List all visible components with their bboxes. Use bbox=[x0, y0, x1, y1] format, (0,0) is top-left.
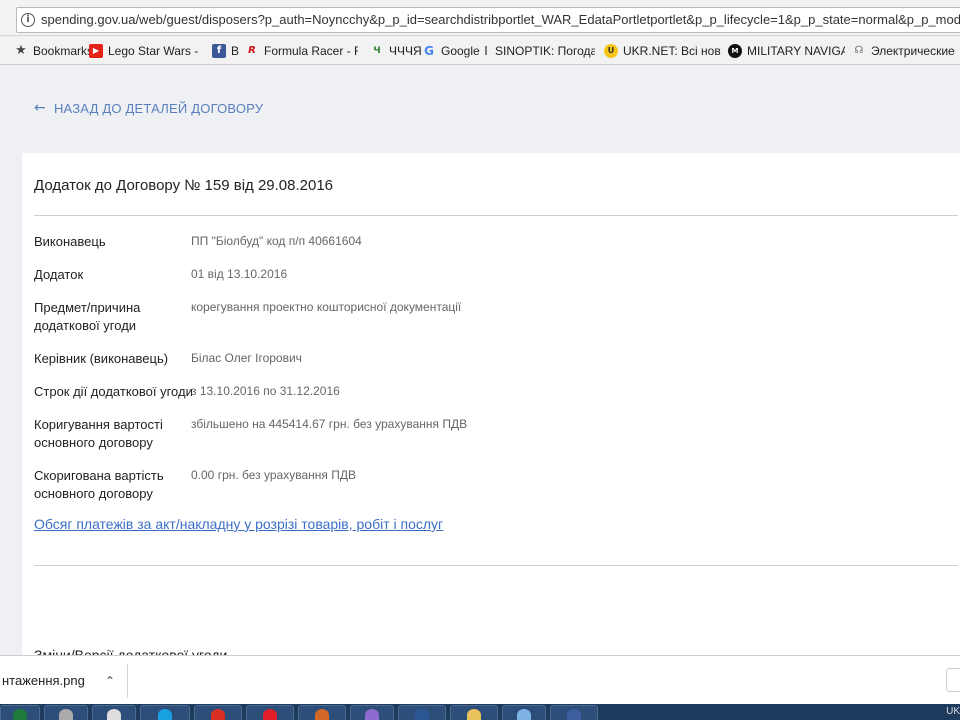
payments-link[interactable]: Обсяг платежів за акт/накладну у розрізі… bbox=[34, 516, 443, 532]
download-filename: нтаження.png bbox=[2, 673, 85, 688]
opera-icon bbox=[263, 709, 277, 720]
bookmark-item-google[interactable]: G Google bbox=[422, 43, 480, 59]
taskbar-app-opera[interactable] bbox=[246, 705, 294, 720]
back-link-label: НАЗАД ДО ДЕТАЛЕЙ ДОГОВОРУ bbox=[53, 100, 264, 116]
url-input[interactable]: i spending.gov.ua/web/guest/disposers?p_… bbox=[16, 7, 960, 33]
taskbar-app-word[interactable] bbox=[398, 705, 446, 720]
page-title: Додаток до Договору № 159 від 29.08.2016 bbox=[34, 177, 334, 194]
google-icon: G bbox=[424, 44, 434, 58]
bookmark-item-formula[interactable]: R Formula Racer - Free bbox=[245, 43, 358, 59]
page-content: ← НАЗАД ДО ДЕТАЛЕЙ ДОГОВОРУ Додаток до Д… bbox=[0, 66, 960, 655]
download-item[interactable]: нтаження.png ⌃ bbox=[0, 664, 128, 698]
row-label: Строк дії додаткової угоди bbox=[34, 384, 193, 399]
arrow-left-icon: ← bbox=[34, 100, 46, 116]
powerpoint-icon bbox=[315, 709, 329, 720]
row-label: Предмет/причина додаткової угоди bbox=[34, 300, 141, 333]
divider bbox=[34, 215, 958, 216]
window-icon bbox=[517, 709, 531, 720]
bookmark-item-lego[interactable]: ▶ Lego Star Wars - Batt bbox=[89, 43, 202, 59]
row-value: збільшено на 445414.67 грн. без урахуван… bbox=[191, 417, 468, 431]
taskbar-app-skype[interactable] bbox=[140, 705, 190, 720]
taskbar-app-tool[interactable] bbox=[92, 705, 136, 720]
folder-icon bbox=[467, 709, 481, 720]
system-tray: UK bbox=[946, 706, 960, 717]
youtube-icon: ▶ bbox=[89, 44, 103, 58]
taskbar-app-powerpoint[interactable] bbox=[298, 705, 346, 720]
electric-icon: ☊ bbox=[854, 45, 864, 56]
bookmark-item-ukrnet[interactable]: U UKR.NET: Всі новини bbox=[604, 43, 721, 59]
url-text: spending.gov.ua/web/guest/disposers?p_au… bbox=[41, 12, 960, 27]
bookmark-item-sinoptik[interactable]: ǀ SINOPTIK: Погода на bbox=[482, 43, 595, 59]
row-label: Коригування вартості основного договору bbox=[34, 417, 163, 450]
row-label: Додаток bbox=[34, 267, 84, 282]
taskbar-app-folder[interactable] bbox=[450, 705, 498, 720]
bookmark-item-military[interactable]: M MILITARY NAVIGATO bbox=[728, 43, 845, 59]
bookmark-item-bookmarks[interactable]: ★ Bookmarks bbox=[14, 43, 93, 59]
gear-icon bbox=[59, 709, 73, 720]
taskbar-app-window[interactable] bbox=[502, 705, 546, 720]
tool-icon bbox=[107, 709, 121, 720]
word-icon bbox=[415, 709, 429, 720]
bookmark-item-facebook[interactable]: f B bbox=[212, 43, 239, 59]
address-bar: i spending.gov.ua/web/guest/disposers?p_… bbox=[0, 0, 960, 36]
taskbar: UK bbox=[0, 704, 960, 720]
show-all-downloads-button[interactable] bbox=[946, 668, 960, 692]
chevron-up-icon[interactable]: ⌃ bbox=[105, 664, 115, 698]
star-icon: ★ bbox=[15, 43, 27, 58]
taskbar-app-paint[interactable] bbox=[350, 705, 394, 720]
facebook-icon: f bbox=[212, 44, 226, 58]
racer-icon: R bbox=[248, 45, 256, 56]
row-label: Скоригована вартість основного договору bbox=[34, 468, 164, 501]
row-label: Виконавець bbox=[34, 234, 106, 249]
language-indicator[interactable]: UK bbox=[946, 706, 960, 717]
bookmark-item-chchchya[interactable]: Ч ЧЧЧЯ bbox=[370, 43, 421, 59]
section-heading: Зміни/Версії додаткової угоди bbox=[34, 647, 228, 655]
chchchya-icon: Ч bbox=[373, 46, 381, 56]
bookmarks-bar: ★ Bookmarks ▶ Lego Star Wars - Batt f B … bbox=[0, 37, 960, 65]
back-link[interactable]: ← НАЗАД ДО ДЕТАЛЕЙ ДОГОВОРУ bbox=[34, 100, 263, 116]
ukrnet-icon: U bbox=[604, 44, 618, 58]
row-value: Білас Олег Ігорович bbox=[191, 351, 302, 365]
paint-icon bbox=[365, 709, 379, 720]
row-value: корегування проектно кошторисної докумен… bbox=[191, 300, 462, 314]
taskbar-app-settings[interactable] bbox=[44, 705, 88, 720]
row-value: 0.00 грн. без урахування ПДВ bbox=[191, 468, 356, 482]
divider bbox=[34, 565, 958, 566]
download-bar: нтаження.png ⌃ bbox=[0, 655, 960, 704]
row-label: Керівник (виконавець) bbox=[34, 351, 169, 366]
details-card: Додаток до Договору № 159 від 29.08.2016… bbox=[22, 153, 960, 655]
row-value: з 13.10.2016 по 31.12.2016 bbox=[191, 384, 340, 398]
row-value: 01 від 13.10.2016 bbox=[191, 267, 288, 281]
row-value: ПП "Біолбуд" код п/п 40661604 bbox=[191, 234, 362, 248]
excel-icon bbox=[13, 709, 27, 720]
military-icon: M bbox=[728, 44, 742, 58]
info-icon[interactable]: i bbox=[21, 13, 35, 27]
bookmark-item-electric[interactable]: ☊ Электрические bbox=[852, 43, 955, 59]
chrome-icon bbox=[211, 709, 225, 720]
monitor-icon bbox=[567, 709, 581, 720]
taskbar-app-monitor[interactable] bbox=[550, 705, 598, 720]
taskbar-app-excel[interactable] bbox=[0, 705, 40, 720]
taskbar-app-chrome[interactable] bbox=[194, 705, 242, 720]
thermometer-icon: ǀ bbox=[484, 45, 488, 56]
skype-icon bbox=[158, 709, 172, 720]
